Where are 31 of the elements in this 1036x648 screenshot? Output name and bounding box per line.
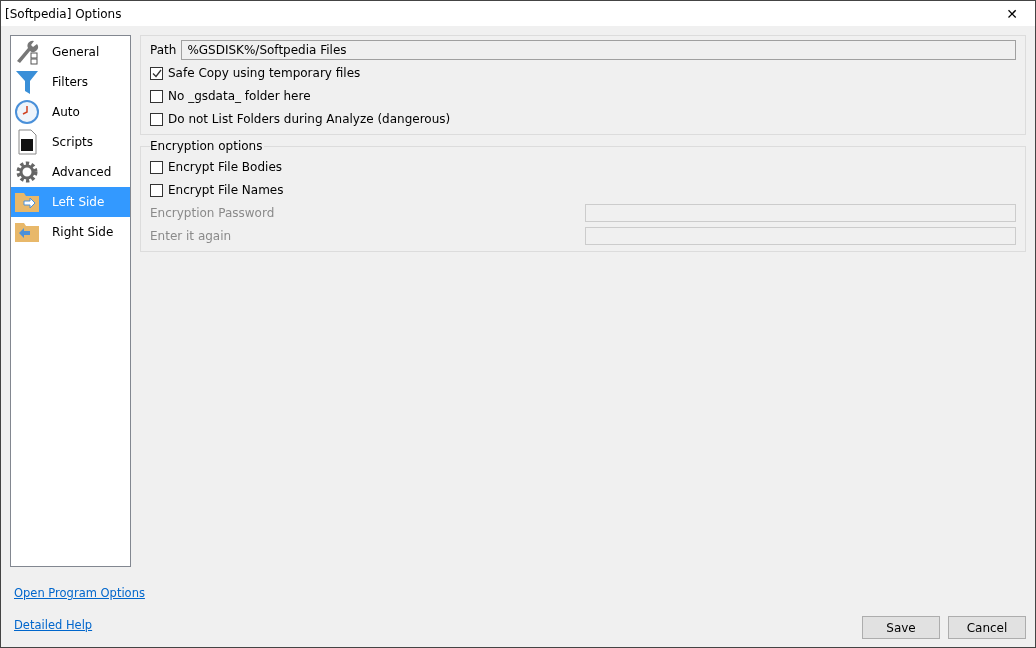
- save-button[interactable]: Save: [862, 616, 940, 639]
- checkbox-label: Safe Copy using temporary files: [168, 66, 361, 80]
- checkbox[interactable]: [150, 160, 163, 174]
- checkbox-label: Encrypt File Bodies: [168, 160, 282, 174]
- close-button[interactable]: ✕: [989, 1, 1035, 26]
- field-label: Encryption Password: [150, 206, 276, 220]
- sidebar-item[interactable]: Scripts: [11, 127, 130, 157]
- sidebar-item[interactable]: Right Side: [11, 217, 130, 247]
- checkbox[interactable]: [150, 183, 163, 197]
- checkbox[interactable]: [150, 89, 163, 103]
- funnel-icon: [14, 69, 40, 95]
- cancel-button[interactable]: Cancel: [948, 616, 1026, 639]
- checkbox[interactable]: [150, 112, 163, 126]
- field-label: Enter it again: [150, 229, 233, 243]
- clock-icon: [14, 99, 40, 125]
- group-title: Encryption options: [150, 139, 265, 153]
- window-title: [Softpedia] Options: [5, 6, 122, 21]
- sidebar-item[interactable]: Advanced: [11, 157, 130, 187]
- checkbox[interactable]: [150, 66, 163, 80]
- sidebar-item[interactable]: Auto: [11, 97, 130, 127]
- checkbox-label: Do not List Folders during Analyze (dangerous): [168, 112, 451, 126]
- checkbox-label: Encrypt File Names: [168, 183, 284, 197]
- link[interactable]: Detailed Help: [14, 617, 93, 635]
- gear-icon: [14, 159, 40, 185]
- link[interactable]: Open Program Options: [14, 585, 145, 603]
- path-field[interactable]: %GSDISK%/Softpedia Files: [181, 40, 1016, 60]
- wrench-checklist-icon: [14, 39, 40, 65]
- checkbox-label: No _gsdata_ folder here: [168, 89, 311, 103]
- sidebar-item[interactable]: General: [11, 37, 130, 67]
- path-label: Path: [150, 43, 177, 57]
- sidebar-item[interactable]: Filters: [11, 67, 130, 97]
